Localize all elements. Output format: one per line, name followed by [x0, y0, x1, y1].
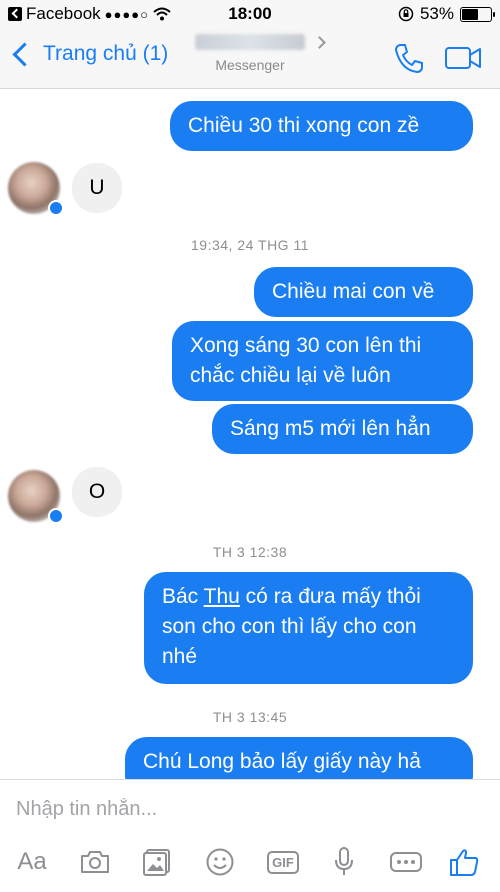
- status-right: 53%: [398, 4, 495, 24]
- incoming-message[interactable]: O: [72, 467, 122, 517]
- like-button[interactable]: [446, 842, 482, 882]
- message-text-line: nhé: [162, 645, 198, 668]
- voice-call-button[interactable]: [392, 42, 426, 74]
- rotation-lock-icon: [398, 6, 414, 22]
- smiley-icon: [206, 848, 234, 876]
- outgoing-message[interactable]: Xong sáng 30 con lên thi chắc chiều lại …: [172, 321, 473, 401]
- outgoing-message[interactable]: Sáng m5 mới lên hẳn: [212, 404, 473, 454]
- battery-percent: 53%: [419, 4, 454, 23]
- message-list[interactable]: Chiều 30 thi xong con zề U 19:34, 24 THG…: [0, 89, 500, 779]
- message-text: U: [89, 176, 105, 199]
- more-dots-icon: [390, 852, 422, 872]
- photo-button[interactable]: [140, 842, 174, 882]
- conversation-subtitle: Messenger: [215, 57, 285, 73]
- timestamp: 19:34, 24 THG 11: [191, 237, 309, 253]
- message-text-line: Xong sáng 30 con lên thi: [190, 334, 422, 357]
- conversation-title[interactable]: Messenger: [170, 34, 330, 73]
- timestamp: TH 3 12:38: [212, 544, 288, 560]
- outgoing-message[interactable]: Bác Thu có ra đưa mấy thỏi son cho con t…: [144, 572, 473, 684]
- camera-icon: [81, 851, 109, 873]
- message-input[interactable]: [14, 790, 478, 828]
- messenger-badge-icon: [48, 508, 64, 524]
- message-text: Chú Long bảo lấy giấy này hả: [143, 750, 421, 773]
- sticker-button[interactable]: [203, 842, 237, 882]
- composer: Aa GIF: [0, 779, 500, 892]
- mention-link[interactable]: Thu: [204, 585, 240, 608]
- chevron-right-icon: [313, 36, 326, 49]
- outgoing-message[interactable]: Chiều mai con về: [254, 267, 473, 317]
- phone-icon: [395, 44, 423, 73]
- message-text: có ra đưa mấy thỏi: [239, 585, 421, 608]
- camera-button[interactable]: [78, 842, 112, 882]
- microphone-icon: [335, 847, 353, 875]
- outgoing-message[interactable]: Chiều 30 thi xong con zề: [170, 101, 473, 151]
- message-text: Sáng m5 mới lên hẳn: [230, 417, 431, 440]
- timestamp: TH 3 13:45: [212, 709, 288, 725]
- messenger-badge-icon: [48, 200, 64, 216]
- battery-fill: [462, 8, 478, 20]
- voice-button[interactable]: [330, 842, 358, 882]
- video-camera-icon: [445, 47, 481, 69]
- message-text: Bác: [162, 585, 204, 608]
- video-call-button[interactable]: [444, 44, 484, 72]
- chevron-left-icon: [12, 41, 37, 67]
- outgoing-message[interactable]: Chú Long bảo lấy giấy này hả: [125, 737, 473, 779]
- incoming-message[interactable]: U: [72, 163, 122, 213]
- text-format-button[interactable]: Aa: [14, 842, 50, 882]
- back-button[interactable]: Trang chủ (1): [10, 41, 169, 67]
- message-text-line: chắc chiều lại về luôn: [190, 364, 391, 387]
- message-text: Chiều 30 thi xong con zề: [188, 114, 420, 137]
- thumbs-up-icon: [450, 849, 479, 876]
- gif-icon: GIF: [267, 850, 299, 874]
- status-bar: Facebook ●●●●○ 18:00 53%: [0, 0, 500, 28]
- photo-icon: [143, 849, 170, 876]
- message-text-line: son cho con thì lấy cho con: [162, 615, 417, 638]
- nav-bar: Trang chủ (1) Messenger: [0, 28, 500, 89]
- message-text: O: [88, 480, 106, 503]
- message-text-line: Bác Thu có ra đưa mấy thỏi: [162, 582, 455, 612]
- more-button[interactable]: [388, 842, 424, 882]
- message-text: Chiều mai con về: [272, 280, 435, 303]
- battery-icon: [460, 6, 495, 22]
- gif-button[interactable]: GIF: [265, 842, 301, 882]
- back-label: Trang chủ (1): [43, 42, 169, 65]
- composer-toolbar: Aa GIF: [0, 842, 500, 882]
- contact-name-blurred: [195, 34, 305, 50]
